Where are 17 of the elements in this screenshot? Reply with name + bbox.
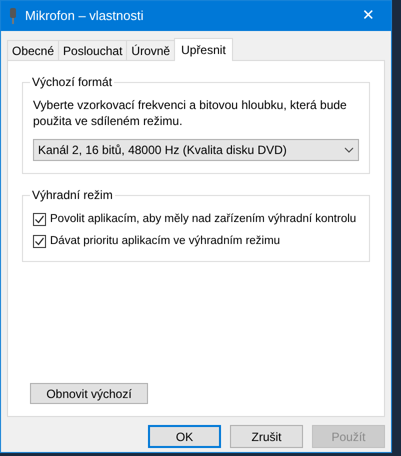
close-button[interactable]: ✕ bbox=[354, 4, 383, 28]
chevron-down-icon bbox=[344, 147, 354, 153]
format-dropdown[interactable]: Kanál 2, 16 bitů, 48000 Hz (Kvalita disku DVD) bbox=[33, 139, 359, 161]
checkbox[interactable] bbox=[33, 213, 46, 226]
dialog-button[interactable]: OK bbox=[148, 425, 221, 448]
restore-defaults-button[interactable]: Obnovit výchozí bbox=[30, 383, 148, 404]
tab[interactable]: Upřesnit bbox=[174, 38, 233, 61]
dialog-button[interactable]: Zrušit bbox=[230, 425, 303, 448]
window-title: Mikrofon – vlastnosti bbox=[25, 7, 144, 26]
group-title: Výhradní režim bbox=[31, 187, 114, 204]
checkbox[interactable] bbox=[33, 235, 46, 248]
group-title: Výchozí formát bbox=[31, 74, 114, 91]
checkbox-label: Dávat prioritu aplikacím ve výhradním režimu bbox=[50, 234, 280, 250]
microphone-icon bbox=[9, 8, 17, 24]
description-text: Vyberte vzorkovací frekvenci a bitovou hloubku, která bude použita ve sdíleném režimu. bbox=[33, 97, 348, 129]
checkbox-label: Povolit aplikacím, aby měly nad zařízením výhradní kontrolu bbox=[50, 212, 356, 227]
tab[interactable]: Obecné bbox=[7, 40, 60, 60]
